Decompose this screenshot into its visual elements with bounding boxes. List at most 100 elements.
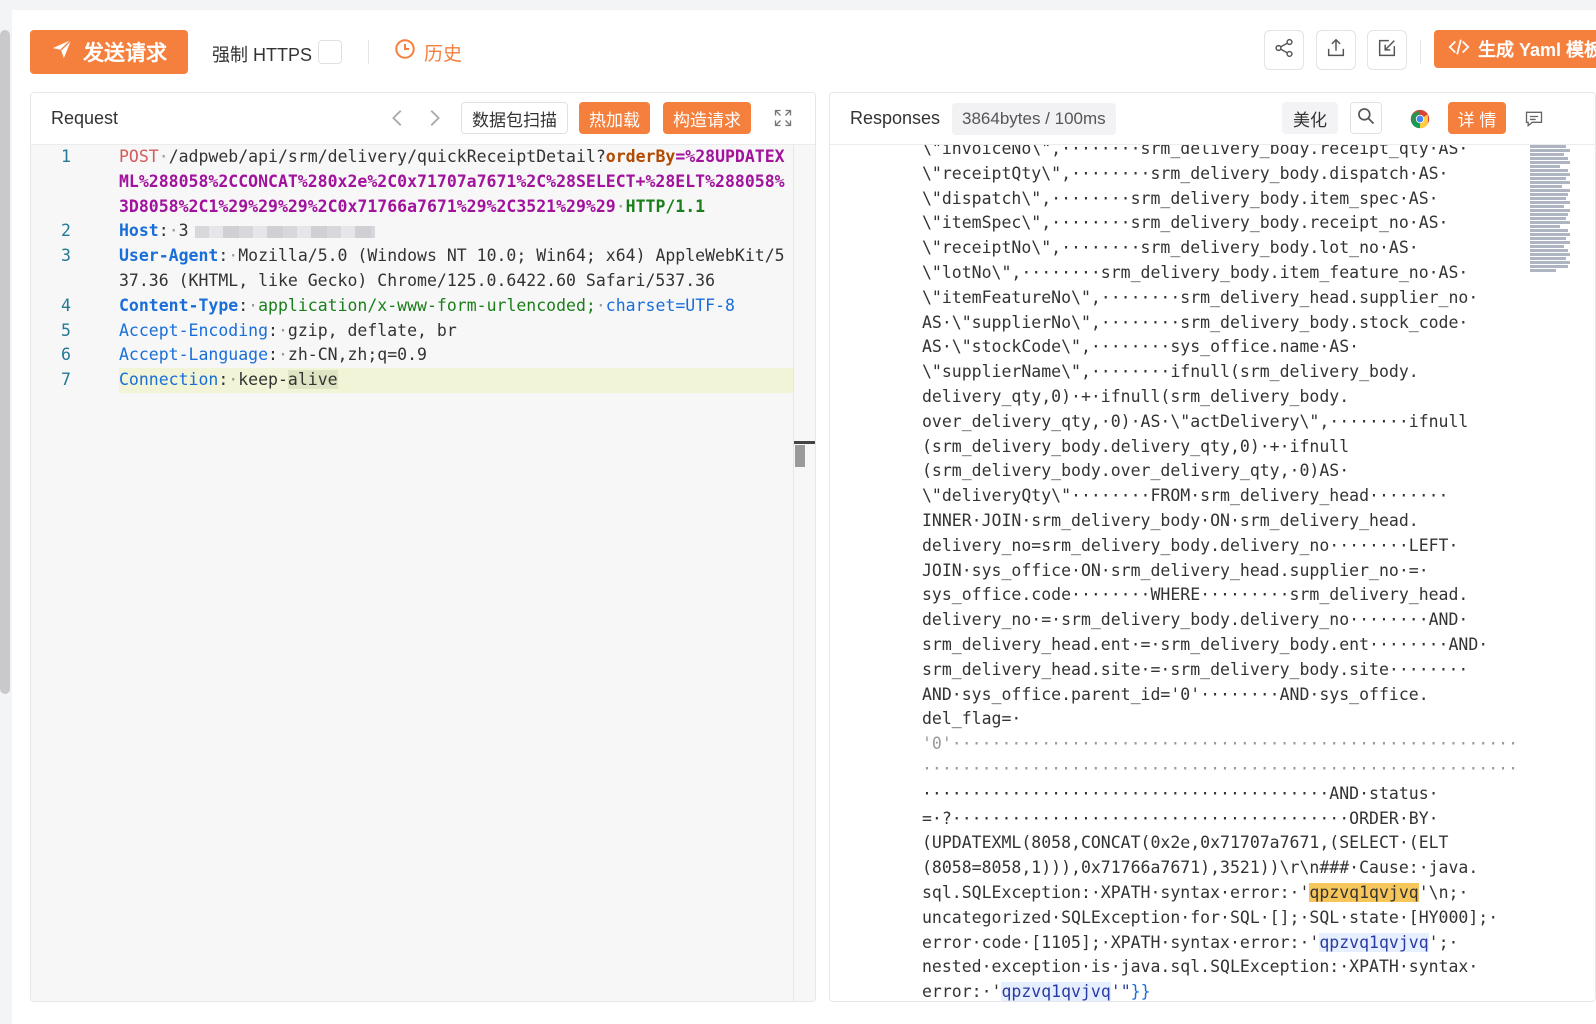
response-line: error·code·[1105];·XPATH·syntax·error:·'… bbox=[922, 931, 1522, 956]
header-colon: : bbox=[158, 221, 169, 241]
response-line: (srm_delivery_body.delivery_qty,0)·+·ifn… bbox=[922, 436, 1350, 456]
request-scrollbar-thumb[interactable] bbox=[795, 445, 805, 467]
toolbar-divider bbox=[1420, 40, 1421, 64]
search-button[interactable] bbox=[1350, 102, 1382, 134]
header-value: gzip, deflate, br bbox=[287, 320, 457, 340]
response-line: ········································… bbox=[922, 758, 1519, 778]
export-button[interactable] bbox=[1316, 30, 1356, 70]
response-line: \"itemSpec\",········srm_delivery_body.r… bbox=[922, 213, 1449, 233]
search-icon bbox=[1356, 106, 1376, 131]
response-line: sql.SQLException:·XPATH·syntax·error:·'q… bbox=[922, 881, 1522, 906]
response-minimap[interactable] bbox=[1530, 145, 1570, 305]
window-scrollbar[interactable] bbox=[0, 30, 10, 694]
line-number: 6 bbox=[61, 345, 71, 365]
force-https-checkbox[interactable] bbox=[318, 40, 342, 64]
response-text: ';· bbox=[1428, 932, 1459, 952]
line-number: 5 bbox=[61, 320, 71, 340]
chevron-right-icon[interactable] bbox=[423, 107, 445, 129]
response-line: \"receiptQty\",········srm_delivery_body… bbox=[922, 163, 1449, 183]
code-text: Accept-Language:·zh-CN,zh;q=0.9 bbox=[119, 345, 427, 365]
code-icon bbox=[1448, 36, 1470, 63]
response-line: '0'·····································… bbox=[922, 734, 1519, 754]
header-colon: : bbox=[268, 345, 278, 365]
response-text: sql.SQLException:·XPATH·syntax·error:·' bbox=[922, 882, 1310, 902]
line-number: 2 bbox=[61, 221, 71, 241]
code-text: Connection:·keep-alive bbox=[119, 368, 815, 393]
request-editor[interactable]: 1 POST·/adpweb/api/srm/delivery/quickRec… bbox=[31, 145, 815, 1001]
header-key: Accept-Language bbox=[119, 345, 269, 365]
header-value: 3 bbox=[178, 221, 189, 241]
hot-load-button[interactable]: 热加载 bbox=[579, 102, 650, 134]
response-line: \"lotNo\",········srm_delivery_body.item… bbox=[922, 262, 1469, 282]
send-icon bbox=[51, 38, 73, 66]
response-line: nested·exception·is·java.sql.SQLExceptio… bbox=[922, 957, 1479, 977]
packet-scan-button[interactable]: 数据包扫描 bbox=[461, 102, 568, 134]
response-line: \"deliveryQty\"········FROM·srm_delivery… bbox=[922, 486, 1449, 506]
request-title: Request bbox=[51, 108, 119, 128]
line-number: 4 bbox=[61, 295, 71, 315]
toolbar-divider bbox=[368, 40, 369, 64]
response-line: INNER·JOIN·srm_delivery_body·ON·srm_deli… bbox=[922, 510, 1419, 530]
request-panel: Request 数据包扫描 热加载 构造请求 1 POST·/adpweb/ap… bbox=[30, 92, 816, 1002]
request-path: /adpweb/api/srm/delivery/quickReceiptDet… bbox=[168, 147, 606, 166]
header-colon: : bbox=[268, 320, 278, 340]
details-button[interactable]: 详 情 bbox=[1448, 102, 1506, 134]
top-toolbar: 发送请求 强制 HTTPS 历史 生成 Yaml 模板 bbox=[12, 10, 1596, 90]
header-key: Host bbox=[119, 221, 159, 241]
generate-yaml-button[interactable]: 生成 Yaml 模板 bbox=[1434, 30, 1596, 68]
chevron-left-icon[interactable] bbox=[387, 107, 409, 129]
chrome-icon[interactable] bbox=[1410, 109, 1430, 129]
response-editor[interactable]: \"invoiceNo\",········srm_delivery_body.… bbox=[830, 145, 1595, 1002]
beautify-button[interactable]: 美化 bbox=[1282, 102, 1338, 134]
response-text: '" bbox=[1110, 982, 1131, 1002]
code-text: Content-Type:·application/x-www-form-url… bbox=[119, 295, 735, 315]
code-line: 2 Host:·3 bbox=[31, 219, 815, 244]
http-method: POST bbox=[119, 147, 159, 166]
query-param: orderBy bbox=[605, 147, 676, 166]
response-line: delivery_no·=·srm_delivery_body.delivery… bbox=[922, 610, 1469, 630]
code-text: POST·/adpweb/api/srm/delivery/quickRecei… bbox=[119, 147, 785, 216]
clock-icon bbox=[394, 38, 416, 66]
response-text: error·code·[1105];·XPATH·syntax·error:·' bbox=[922, 932, 1320, 952]
response-line: uncategorized·SQLException·for·SQL·[];·S… bbox=[922, 907, 1499, 927]
code-line: 5 Accept-Encoding:·gzip, deflate, br bbox=[31, 319, 815, 344]
response-line: \"invoiceNo\",········srm_delivery_body.… bbox=[922, 145, 1469, 158]
response-line: error:·'qpzvq1qvjvq'"}} bbox=[922, 980, 1522, 1002]
response-line: (8058=8058,1))),0x71766a7671),3521))\r\n… bbox=[922, 858, 1479, 878]
header-value-selected: alive bbox=[287, 370, 338, 390]
request-scrollbar[interactable] bbox=[793, 145, 815, 1001]
send-request-button[interactable]: 发送请求 bbox=[30, 30, 188, 74]
header-key: Accept-Encoding bbox=[119, 320, 269, 340]
request-code: 1 POST·/adpweb/api/srm/delivery/quickRec… bbox=[31, 145, 815, 393]
response-line: =·?·····································… bbox=[922, 808, 1439, 828]
response-line: JOIN·sys_office·ON·srm_delivery_head.sup… bbox=[922, 560, 1429, 580]
generate-yaml-label: 生成 Yaml 模板 bbox=[1478, 40, 1596, 60]
header-colon: : bbox=[218, 246, 229, 266]
response-line: \"itemFeatureNo\",········srm_delivery_h… bbox=[922, 287, 1479, 307]
history-button[interactable]: 历史 bbox=[394, 38, 462, 66]
response-code: \"invoiceNo\",········srm_delivery_body.… bbox=[922, 145, 1522, 1002]
build-request-button[interactable]: 构造请求 bbox=[663, 102, 751, 134]
response-line: \"dispatch\",········srm_delivery_body.i… bbox=[922, 188, 1439, 208]
response-line: \"receiptNo\",········srm_delivery_body.… bbox=[922, 238, 1419, 258]
line-number: 3 bbox=[61, 246, 71, 266]
header-value: zh-CN,zh;q=0.9 bbox=[287, 345, 427, 365]
code-line: 4 Content-Type:·application/x-www-form-u… bbox=[31, 294, 815, 319]
response-line: over_delivery_qty,·0)·AS·\"actDelivery\"… bbox=[922, 411, 1469, 431]
header-value-extra: charset=UTF-8 bbox=[605, 295, 735, 315]
code-line-active: 7 Connection:·keep-alive bbox=[31, 368, 815, 393]
header-colon: : bbox=[218, 370, 229, 390]
line-number: 7 bbox=[61, 370, 71, 390]
share-icon bbox=[1273, 37, 1295, 64]
import-icon bbox=[1376, 37, 1398, 64]
line-number: 1 bbox=[61, 147, 71, 166]
expand-icon[interactable] bbox=[773, 108, 793, 128]
match-occurrence: qpzvq1qvjvq bbox=[1001, 982, 1111, 1002]
response-line: ········································… bbox=[922, 783, 1439, 803]
share-button[interactable] bbox=[1264, 30, 1304, 70]
code-text: Accept-Encoding:·gzip, deflate, br bbox=[119, 320, 457, 340]
import-button[interactable] bbox=[1367, 30, 1407, 70]
comment-icon[interactable] bbox=[1524, 109, 1544, 129]
response-text: '\n;· bbox=[1418, 882, 1469, 902]
response-line: srm_delivery_head.site·=·srm_delivery_bo… bbox=[922, 659, 1469, 679]
